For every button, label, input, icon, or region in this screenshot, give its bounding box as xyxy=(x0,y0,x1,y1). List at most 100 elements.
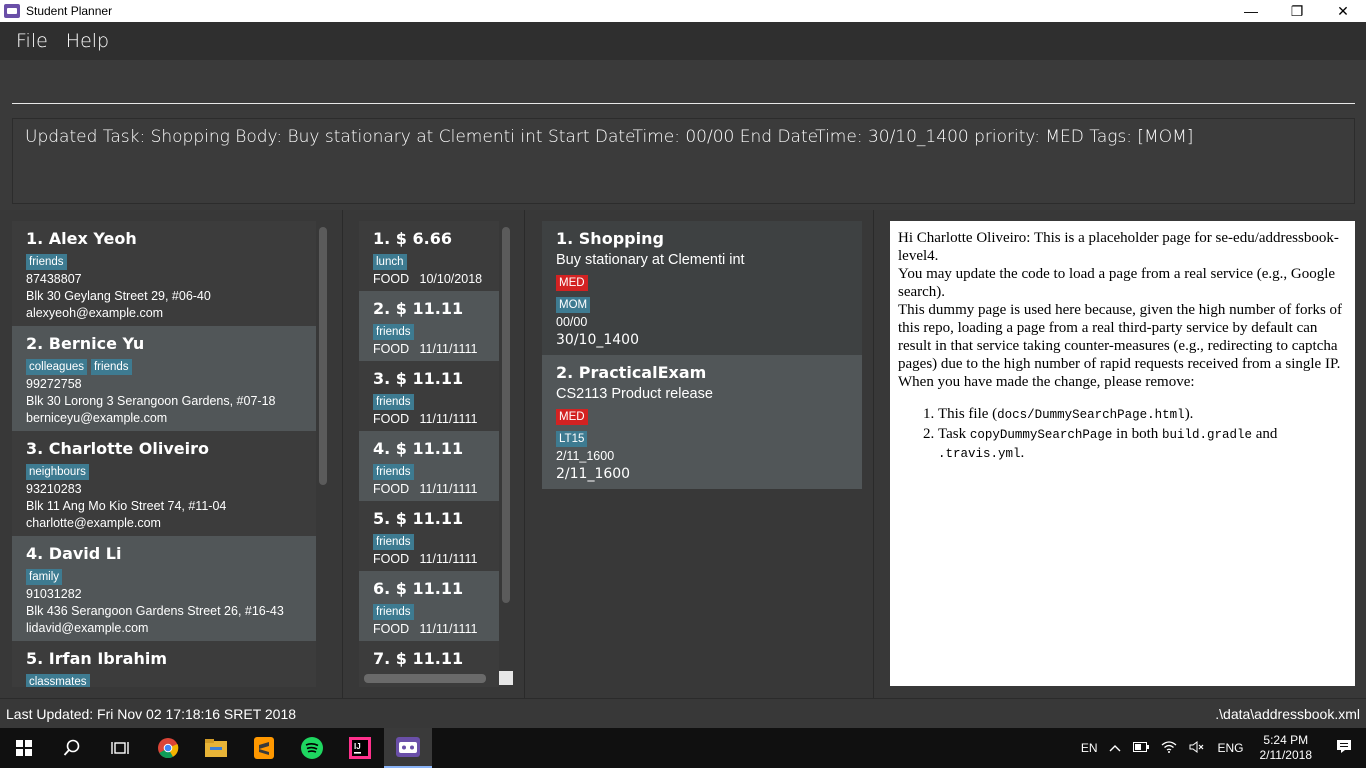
expense-category: FOOD xyxy=(373,552,410,566)
expense-amount: 6. $ 11.11 xyxy=(373,579,464,598)
window-title: Student Planner xyxy=(26,4,113,18)
expense-category: FOOD xyxy=(373,622,410,636)
os-taskbar: IJ EN ENG 5:24 PM 2/11/2018 xyxy=(0,728,1366,768)
person-list-scrollbar[interactable] xyxy=(319,227,327,485)
clock[interactable]: 5:24 PM 2/11/2018 xyxy=(1250,733,1323,763)
spotify-icon[interactable] xyxy=(288,728,336,768)
expense-card[interactable]: 4. $ 11.11 friends FOOD 11/11/1111 xyxy=(359,431,499,501)
divider xyxy=(873,210,874,698)
expense-card[interactable]: 5. $ 11.11 friends FOOD 11/11/1111 xyxy=(359,501,499,571)
expense-amount: 4. $ 11.11 xyxy=(373,439,464,458)
task-title: 2. PracticalExam xyxy=(556,363,707,382)
app-icon xyxy=(4,4,20,18)
browser-paragraph: When you have made the change, please re… xyxy=(898,374,1195,390)
command-box xyxy=(0,60,1366,110)
result-text: Updated Task: Shopping Body: Buy station… xyxy=(12,118,1355,204)
main-panels: 1. Alex Yeoh friends 87438807 Blk 30 Gey… xyxy=(0,210,1366,698)
task-card[interactable]: 2. PracticalExam CS2113 Product release … xyxy=(542,355,862,489)
browser-panel[interactable]: Hi Charlotte Oliveiro: This is a placeho… xyxy=(890,221,1355,686)
battery-icon[interactable] xyxy=(1127,741,1155,755)
task-tag: MOM xyxy=(556,297,591,313)
expense-card[interactable]: 1. $ 6.66 lunch FOOD 10/10/2018 xyxy=(359,221,499,291)
list-item: This file (docs/DummySearchPage.html). xyxy=(938,405,1347,424)
expense-list-hscrollbar[interactable] xyxy=(364,674,486,683)
menu-bar: File Help xyxy=(0,22,1366,60)
chevron-up-icon[interactable] xyxy=(1103,741,1127,755)
person-email: berniceyu@example.com xyxy=(26,411,168,425)
file-explorer-icon[interactable] xyxy=(192,728,240,768)
task-view-icon[interactable] xyxy=(96,728,144,768)
person-name: 5. Irfan Ibrahim xyxy=(26,649,167,668)
close-button[interactable]: ✕ xyxy=(1320,0,1366,22)
person-email: charlotte@example.com xyxy=(26,516,161,530)
title-bar: Student Planner — ❐ ✕ xyxy=(0,0,1366,22)
browser-paragraph: You may update the code to load a page f… xyxy=(898,266,1336,300)
system-tray: EN ENG 5:24 PM 2/11/2018 xyxy=(1075,728,1366,768)
keyboard-language[interactable]: ENG xyxy=(1211,741,1249,755)
person-name: 4. David Li xyxy=(26,544,122,563)
expense-card[interactable]: 2. $ 11.11 friends FOOD 11/11/1111 xyxy=(359,291,499,361)
person-address: Blk 30 Lorong 3 Serangoon Gardens, #07-1… xyxy=(26,394,276,408)
expense-category: FOOD xyxy=(373,272,410,286)
expense-category: FOOD xyxy=(373,342,410,356)
person-phone: 99272758 xyxy=(26,377,82,391)
wifi-icon[interactable] xyxy=(1155,740,1183,756)
expense-card[interactable]: 3. $ 11.11 friends FOOD 11/11/1111 xyxy=(359,361,499,431)
expense-date: 11/11/1111 xyxy=(419,552,478,566)
volume-muted-icon[interactable] xyxy=(1183,740,1211,756)
person-card[interactable]: 3. Charlotte Oliveiro neighbours 9321028… xyxy=(12,431,316,536)
menu-file[interactable]: File xyxy=(16,30,48,52)
task-start: 00/00 xyxy=(556,315,588,329)
clock-date: 2/11/2018 xyxy=(1259,748,1313,762)
task-start: 2/11_1600 xyxy=(556,449,615,463)
expense-card[interactable]: 6. $ 11.11 friends FOOD 11/11/1111 xyxy=(359,571,499,641)
expense-tag: friends xyxy=(373,394,414,410)
person-email: lidavid@example.com xyxy=(26,621,149,635)
restore-button[interactable]: ❐ xyxy=(1274,0,1320,22)
expense-category: FOOD xyxy=(373,482,410,496)
clock-time: 5:24 PM xyxy=(1263,733,1309,747)
command-input[interactable] xyxy=(12,68,1355,104)
person-address: Blk 30 Geylang Street 29, #06-40 xyxy=(26,289,211,303)
chrome-icon[interactable] xyxy=(144,728,192,768)
person-address: Blk 11 Ang Mo Kio Street 74, #11-04 xyxy=(26,499,227,513)
browser-paragraph: Hi Charlotte Oliveiro: This is a placeho… xyxy=(898,230,1339,264)
notifications-icon[interactable] xyxy=(1322,739,1366,757)
person-card[interactable]: 1. Alex Yeoh friends 87438807 Blk 30 Gey… xyxy=(12,221,316,326)
input-language[interactable]: EN xyxy=(1075,741,1104,755)
person-card[interactable]: 5. Irfan Ibrahim classmates xyxy=(12,641,316,687)
expense-amount: 7. $ 11.11 xyxy=(373,649,464,668)
person-tag: neighbours xyxy=(26,464,89,480)
person-tag: friends xyxy=(26,254,67,270)
task-tag: LT15 xyxy=(556,431,588,447)
person-name: 1. Alex Yeoh xyxy=(26,229,137,248)
expense-date: 11/11/1111 xyxy=(419,482,478,496)
result-display: Updated Task: Shopping Body: Buy station… xyxy=(0,110,1366,210)
expense-amount: 2. $ 11.11 xyxy=(373,299,464,318)
person-phone: 87438807 xyxy=(26,272,82,286)
expense-tag: lunch xyxy=(373,254,407,270)
task-body: CS2113 Product release xyxy=(556,386,713,402)
person-card[interactable]: 4. David Li family 91031282 Blk 436 Sera… xyxy=(12,536,316,641)
expense-date: 11/11/1111 xyxy=(419,412,478,426)
minimize-button[interactable]: — xyxy=(1228,0,1274,22)
student-planner-taskbar-icon[interactable] xyxy=(384,728,432,768)
person-tag: colleagues xyxy=(26,359,87,375)
save-location: .\data\addressbook.xml xyxy=(1215,705,1360,722)
menu-help[interactable]: Help xyxy=(66,30,109,52)
person-card[interactable]: 2. Bernice Yu colleagues friends 99272758… xyxy=(12,326,316,431)
windows-start-icon[interactable] xyxy=(0,728,48,768)
expense-category: FOOD xyxy=(373,412,410,426)
search-icon[interactable] xyxy=(48,728,96,768)
person-address: Blk 436 Serangoon Gardens Street 26, #16… xyxy=(26,604,284,618)
expense-amount: 1. $ 6.66 xyxy=(373,229,452,248)
task-list: 1. Shopping Buy stationary at Clementi i… xyxy=(542,221,862,501)
expense-date: 11/11/1111 xyxy=(419,342,478,356)
sublime-icon[interactable] xyxy=(240,728,288,768)
person-tag: family xyxy=(26,569,63,585)
expense-tag: friends xyxy=(373,604,414,620)
task-card[interactable]: 1. Shopping Buy stationary at Clementi i… xyxy=(542,221,862,355)
task-priority: MED xyxy=(556,409,588,425)
intellij-icon[interactable]: IJ xyxy=(336,728,384,768)
expense-list-vscrollbar[interactable] xyxy=(502,227,510,603)
